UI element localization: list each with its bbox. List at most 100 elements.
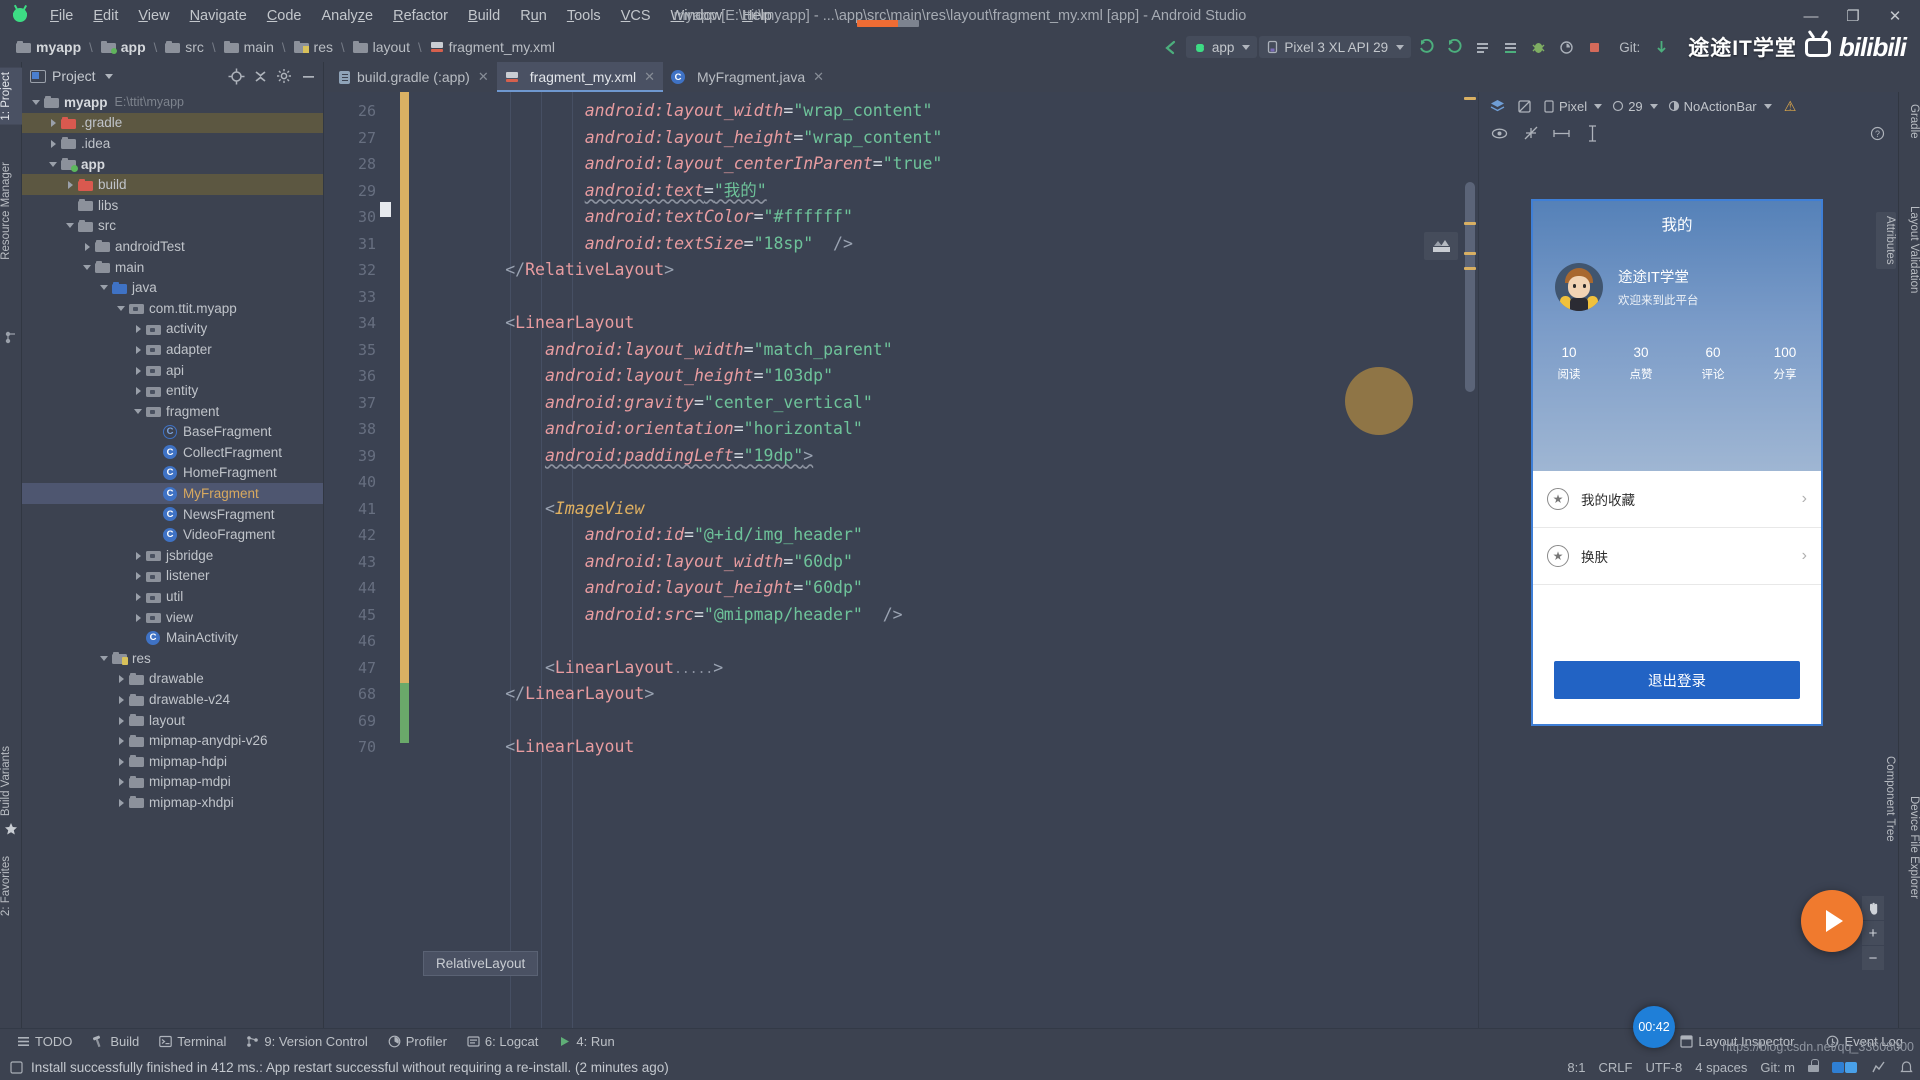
code-line[interactable]: android:gravity="center_vertical" (386, 390, 1462, 417)
tree-node-api[interactable]: api (22, 360, 323, 381)
close-icon[interactable]: ✕ (478, 69, 489, 85)
settings-gear-icon[interactable] (275, 67, 293, 85)
no-blueprint-icon[interactable] (1516, 98, 1533, 115)
breadcrumb-item-src[interactable]: src (161, 37, 208, 57)
maximize-button[interactable]: ❐ (1832, 0, 1874, 32)
code-line[interactable]: android:textColor="#ffffff" (386, 204, 1462, 231)
chevron-down-icon[interactable] (47, 158, 60, 171)
chevron-down-icon[interactable] (98, 652, 111, 665)
menu-item-code[interactable]: Code (257, 4, 312, 28)
tool-version-control[interactable]: 9: Version Control (237, 1031, 376, 1052)
menu-item-view[interactable]: View (128, 4, 179, 28)
code-line[interactable]: android:orientation="horizontal" (386, 416, 1462, 443)
vertical-margin-icon[interactable] (1584, 124, 1601, 142)
tree-node-mainactivity[interactable]: C MainActivity (22, 627, 323, 648)
preview-theme-selector[interactable]: NoActionBar (1668, 99, 1772, 114)
tree-node-layout[interactable]: layout (22, 710, 323, 731)
code-line[interactable]: </LinearLayout> (386, 681, 1462, 708)
code-line[interactable]: android:layout_height="60dp" (386, 575, 1462, 602)
rail-tab-resource-manager[interactable]: Resource Manager (0, 158, 22, 264)
chevron-down-icon[interactable] (98, 281, 111, 294)
code-line[interactable] (386, 469, 1462, 496)
tree-node-app[interactable]: app (22, 154, 323, 175)
code-line[interactable]: android:layout_height="wrap_content" (386, 125, 1462, 152)
chevron-right-icon[interactable] (47, 116, 60, 129)
tree-node-myfragment[interactable]: C MyFragment (22, 483, 323, 504)
chevron-right-icon[interactable] (47, 137, 60, 150)
tree-node-view[interactable]: view (22, 607, 323, 628)
code-line[interactable]: android:layout_width="match_parent" (386, 337, 1462, 364)
device-selector[interactable]: Pixel 3 XL API 29 (1259, 36, 1412, 58)
chevron-right-icon[interactable] (132, 364, 145, 377)
code-line[interactable]: android:layout_width="wrap_content" (386, 98, 1462, 125)
tree-node-mipmap-hdpi[interactable]: mipmap-hdpi (22, 751, 323, 772)
notifications-icon[interactable] (1899, 1060, 1914, 1075)
apply-changes-icon[interactable] (1469, 35, 1495, 59)
tree-node-activity[interactable]: activity (22, 319, 323, 340)
rail-tab-gradle[interactable]: Gradle (1900, 100, 1920, 143)
warning-icon[interactable]: ⚠ (1782, 98, 1799, 115)
breadcrumb-item-app[interactable]: app (97, 37, 150, 57)
editor-tab-build-gradle[interactable]: build.gradle (:app) ✕ (330, 62, 497, 92)
chevron-right-icon[interactable] (132, 384, 145, 397)
code-line[interactable] (386, 628, 1462, 655)
debug-button[interactable] (1525, 35, 1551, 59)
code-line[interactable] (386, 284, 1462, 311)
back-arrow-icon[interactable] (1158, 35, 1184, 59)
code-line[interactable]: android:text="我的" (386, 178, 1462, 205)
tree-node-java[interactable]: java (22, 277, 323, 298)
chevron-right-icon[interactable] (115, 693, 128, 706)
tree-node-main[interactable]: main (22, 257, 323, 278)
project-tree[interactable]: myapp E:\ttit\myapp .gradle .idea app build li… (22, 90, 323, 1028)
minimize-button[interactable]: — (1790, 0, 1832, 32)
line-separator[interactable]: CRLF (1598, 1060, 1632, 1075)
tree-node-src[interactable]: src (22, 216, 323, 237)
code-line[interactable] (386, 708, 1462, 735)
tree-node-build[interactable]: build (22, 174, 323, 195)
tree-node--idea[interactable]: .idea (22, 133, 323, 154)
file-encoding[interactable]: UTF-8 (1645, 1060, 1682, 1075)
tree-node-mipmap-anydpi-v26[interactable]: mipmap-anydpi-v26 (22, 730, 323, 751)
tree-node-videofragment[interactable]: C VideoFragment (22, 524, 323, 545)
chevron-down-icon[interactable] (115, 302, 128, 315)
menu-item-refactor[interactable]: Refactor (383, 4, 458, 28)
apply-code-changes-icon[interactable] (1497, 35, 1523, 59)
editor-scrollbar[interactable] (1462, 92, 1478, 1028)
tree-node-newsfragment[interactable]: C NewsFragment (22, 504, 323, 525)
tree-node-fragment[interactable]: fragment (22, 401, 323, 422)
chevron-right-icon[interactable] (115, 775, 128, 788)
breadcrumb-item-layout[interactable]: layout (349, 37, 414, 57)
code-line[interactable]: android:layout_width="60dp" (386, 549, 1462, 576)
chevron-right-icon[interactable] (132, 549, 145, 562)
menu-item-analyze[interactable]: Analyze (312, 4, 384, 28)
menu-item-run[interactable]: Run (510, 4, 557, 28)
run-button[interactable] (1413, 35, 1439, 59)
tree-node-res[interactable]: res (22, 648, 323, 669)
tree-node-drawable[interactable]: drawable (22, 669, 323, 690)
code-line[interactable]: android:layout_height="103dp" (386, 363, 1462, 390)
chevron-right-icon[interactable] (132, 343, 145, 356)
chevron-right-icon[interactable] (132, 590, 145, 603)
collapse-all-icon[interactable] (251, 67, 269, 85)
tree-node-util[interactable]: util (22, 586, 323, 607)
tree-node-listener[interactable]: listener (22, 566, 323, 587)
star-rail-icon[interactable] (4, 822, 18, 836)
preview-row-favorites[interactable]: ★ 我的收藏 › (1533, 471, 1821, 528)
code-line[interactable]: android:src="@mipmap/header" /> (386, 602, 1462, 629)
close-icon[interactable]: ✕ (813, 69, 824, 85)
tool-todo[interactable]: TODO (8, 1031, 81, 1052)
tool-build[interactable]: Build (83, 1031, 148, 1052)
chevron-down-icon[interactable] (104, 73, 113, 79)
code-line[interactable]: <LinearLayout (386, 734, 1462, 761)
zoom-out-button[interactable]: − (1862, 946, 1884, 970)
chevron-right-icon[interactable] (81, 240, 94, 253)
chevron-right-icon[interactable] (132, 569, 145, 582)
memory-indicator-icon[interactable] (1871, 1060, 1886, 1075)
attributes-tab[interactable]: Attributes (1876, 212, 1896, 269)
menu-item-file[interactable]: File (40, 4, 83, 28)
code-line[interactable]: android:id="@+id/img_header" (386, 522, 1462, 549)
pan-tool-icon[interactable] (1862, 896, 1884, 920)
tree-node-androidtest[interactable]: androidTest (22, 236, 323, 257)
tool-terminal[interactable]: Terminal (150, 1031, 235, 1052)
profile-button[interactable] (1553, 35, 1579, 59)
